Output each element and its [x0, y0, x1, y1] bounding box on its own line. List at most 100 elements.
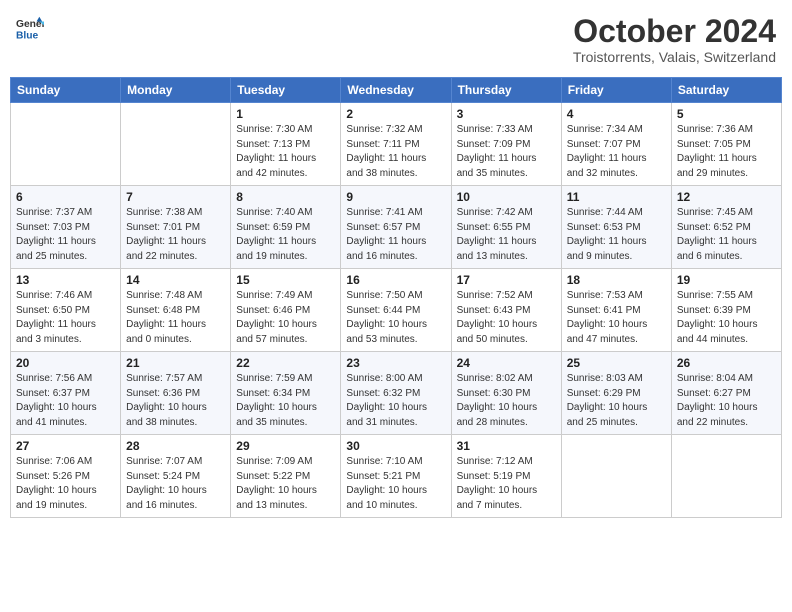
day-number: 1: [236, 107, 335, 121]
calendar-week-row: 13Sunrise: 7:46 AM Sunset: 6:50 PM Dayli…: [11, 269, 782, 352]
day-info: Sunrise: 8:00 AM Sunset: 6:32 PM Dayligh…: [346, 372, 445, 430]
day-info: Sunrise: 7:53 AM Sunset: 6:41 PM Dayligh…: [567, 289, 666, 347]
calendar-cell: 29Sunrise: 7:09 AM Sunset: 5:22 PM Dayli…: [231, 435, 341, 518]
calendar-week-row: 27 Sunrise: 7:06 AM Sunset: 5:26 PM Dayli…: [11, 435, 782, 518]
day-info: Sunrise: 7:34 AM Sunset: 7:07 PM Dayligh…: [567, 123, 666, 181]
day-info: Sunrise: 7:37 AM Sunset: 7:03 PM Dayligh…: [16, 206, 115, 264]
day-number: 27: [16, 439, 115, 453]
calendar-cell: 18 Sunrise: 7:53 AM Sunset: 6:41 PM Dayli…: [561, 269, 671, 352]
day-number: 22: [236, 356, 335, 370]
calendar-cell: [121, 103, 231, 186]
day-info: Sunrise: 7:49 AM Sunset: 6:46 PM Dayligh…: [236, 289, 335, 347]
day-info: Sunrise: 7:44 AM Sunset: 6:53 PM Dayligh…: [567, 206, 666, 264]
day-number: 25: [567, 356, 666, 370]
logo: General Blue: [16, 14, 44, 42]
svg-text:Blue: Blue: [16, 30, 39, 41]
calendar-cell: 16Sunrise: 7:50 AM Sunset: 6:44 PM Dayli…: [341, 269, 451, 352]
day-number: 10: [457, 190, 556, 204]
day-number: 18: [567, 273, 666, 287]
day-number: 26: [677, 356, 776, 370]
calendar-table: SundayMondayTuesdayWednesdayThursdayFrid…: [10, 77, 782, 518]
day-number: 31: [457, 439, 556, 453]
day-number: 3: [457, 107, 556, 121]
day-number: 21: [126, 356, 225, 370]
day-number: 4: [567, 107, 666, 121]
calendar-cell: 25 Sunrise: 8:03 AM Sunset: 6:29 PM Dayli…: [561, 352, 671, 435]
day-number: 28: [126, 439, 225, 453]
day-number: 8: [236, 190, 335, 204]
month-title: October 2024: [573, 14, 776, 49]
calendar-cell: 10 Sunrise: 7:42 AM Sunset: 6:55 PM Dayli…: [451, 186, 561, 269]
day-info: Sunrise: 7:33 AM Sunset: 7:09 PM Dayligh…: [457, 123, 556, 181]
calendar-cell: 17 Sunrise: 7:52 AM Sunset: 6:43 PM Dayli…: [451, 269, 561, 352]
day-info: Sunrise: 7:46 AM Sunset: 6:50 PM Dayligh…: [16, 289, 115, 347]
calendar-cell: 14 Sunrise: 7:48 AM Sunset: 6:48 PM Dayli…: [121, 269, 231, 352]
day-info: Sunrise: 7:06 AM Sunset: 5:26 PM Dayligh…: [16, 455, 115, 513]
calendar-cell: 5 Sunrise: 7:36 AM Sunset: 7:05 PM Daylig…: [671, 103, 781, 186]
day-info: Sunrise: 7:12 AM Sunset: 5:19 PM Dayligh…: [457, 455, 556, 513]
day-info: Sunrise: 7:52 AM Sunset: 6:43 PM Dayligh…: [457, 289, 556, 347]
day-info: Sunrise: 7:07 AM Sunset: 5:24 PM Dayligh…: [126, 455, 225, 513]
day-info: Sunrise: 8:03 AM Sunset: 6:29 PM Dayligh…: [567, 372, 666, 430]
location-subtitle: Troistorrents, Valais, Switzerland: [573, 49, 776, 65]
day-info: Sunrise: 7:36 AM Sunset: 7:05 PM Dayligh…: [677, 123, 776, 181]
calendar-cell: 22 Sunrise: 7:59 AM Sunset: 6:34 PM Dayli…: [231, 352, 341, 435]
day-number: 20: [16, 356, 115, 370]
calendar-week-row: 6 Sunrise: 7:37 AM Sunset: 7:03 PM Daylig…: [11, 186, 782, 269]
day-info: Sunrise: 7:45 AM Sunset: 6:52 PM Dayligh…: [677, 206, 776, 264]
calendar-cell: 7Sunrise: 7:38 AM Sunset: 7:01 PM Daylig…: [121, 186, 231, 269]
day-info: Sunrise: 7:56 AM Sunset: 6:37 PM Dayligh…: [16, 372, 115, 430]
day-number: 24: [457, 356, 556, 370]
calendar-week-row: 20 Sunrise: 7:56 AM Sunset: 6:37 PM Dayli…: [11, 352, 782, 435]
day-number: 30: [346, 439, 445, 453]
day-number: 5: [677, 107, 776, 121]
day-number: 9: [346, 190, 445, 204]
page-header: General Blue October 2024 Troistorrents,…: [10, 10, 782, 69]
day-info: Sunrise: 7:57 AM Sunset: 6:36 PM Dayligh…: [126, 372, 225, 430]
day-info: Sunrise: 8:04 AM Sunset: 6:27 PM Dayligh…: [677, 372, 776, 430]
calendar-cell: 2Sunrise: 7:32 AM Sunset: 7:11 PM Daylig…: [341, 103, 451, 186]
calendar-cell: 23 Sunrise: 8:00 AM Sunset: 6:32 PM Dayli…: [341, 352, 451, 435]
day-info: Sunrise: 7:59 AM Sunset: 6:34 PM Dayligh…: [236, 372, 335, 430]
calendar-cell: [11, 103, 121, 186]
day-of-week-header: Sunday: [11, 78, 121, 103]
day-info: Sunrise: 7:30 AM Sunset: 7:13 PM Dayligh…: [236, 123, 335, 181]
calendar-cell: 21 Sunrise: 7:57 AM Sunset: 6:36 PM Dayli…: [121, 352, 231, 435]
day-of-week-header: Tuesday: [231, 78, 341, 103]
calendar-cell: [561, 435, 671, 518]
calendar-header-row: SundayMondayTuesdayWednesdayThursdayFrid…: [11, 78, 782, 103]
day-of-week-header: Friday: [561, 78, 671, 103]
calendar-cell: 15 Sunrise: 7:49 AM Sunset: 6:46 PM Dayli…: [231, 269, 341, 352]
day-info: Sunrise: 7:32 AM Sunset: 7:11 PM Dayligh…: [346, 123, 445, 181]
calendar-cell: 12 Sunrise: 7:45 AM Sunset: 6:52 PM Dayli…: [671, 186, 781, 269]
logo-icon: General Blue: [16, 14, 44, 42]
day-number: 6: [16, 190, 115, 204]
calendar-cell: 30Sunrise: 7:10 AM Sunset: 5:21 PM Dayli…: [341, 435, 451, 518]
day-number: 15: [236, 273, 335, 287]
day-info: Sunrise: 7:42 AM Sunset: 6:55 PM Dayligh…: [457, 206, 556, 264]
day-of-week-header: Wednesday: [341, 78, 451, 103]
calendar-cell: 3 Sunrise: 7:33 AM Sunset: 7:09 PM Daylig…: [451, 103, 561, 186]
day-number: 11: [567, 190, 666, 204]
calendar-cell: [671, 435, 781, 518]
day-info: Sunrise: 7:48 AM Sunset: 6:48 PM Dayligh…: [126, 289, 225, 347]
calendar-cell: 20 Sunrise: 7:56 AM Sunset: 6:37 PM Dayli…: [11, 352, 121, 435]
calendar-cell: 13Sunrise: 7:46 AM Sunset: 6:50 PM Dayli…: [11, 269, 121, 352]
calendar-cell: 1 Sunrise: 7:30 AM Sunset: 7:13 PM Daylig…: [231, 103, 341, 186]
calendar-cell: 27 Sunrise: 7:06 AM Sunset: 5:26 PM Dayli…: [11, 435, 121, 518]
calendar-cell: 11 Sunrise: 7:44 AM Sunset: 6:53 PM Dayli…: [561, 186, 671, 269]
day-of-week-header: Monday: [121, 78, 231, 103]
day-number: 14: [126, 273, 225, 287]
calendar-cell: 8Sunrise: 7:40 AM Sunset: 6:59 PM Daylig…: [231, 186, 341, 269]
calendar-cell: 9Sunrise: 7:41 AM Sunset: 6:57 PM Daylig…: [341, 186, 451, 269]
day-info: Sunrise: 7:09 AM Sunset: 5:22 PM Dayligh…: [236, 455, 335, 513]
day-of-week-header: Thursday: [451, 78, 561, 103]
day-of-week-header: Saturday: [671, 78, 781, 103]
day-number: 7: [126, 190, 225, 204]
day-info: Sunrise: 8:02 AM Sunset: 6:30 PM Dayligh…: [457, 372, 556, 430]
day-number: 12: [677, 190, 776, 204]
calendar-cell: 31 Sunrise: 7:12 AM Sunset: 5:19 PM Dayli…: [451, 435, 561, 518]
day-number: 23: [346, 356, 445, 370]
day-number: 17: [457, 273, 556, 287]
calendar-cell: 19Sunrise: 7:55 AM Sunset: 6:39 PM Dayli…: [671, 269, 781, 352]
